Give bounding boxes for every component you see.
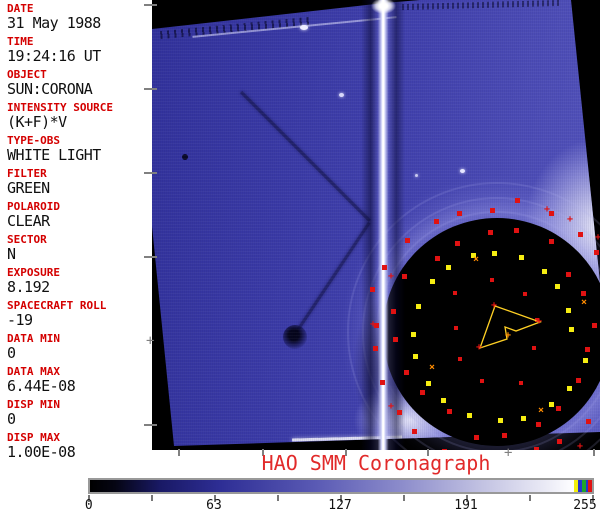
colorbar-minor-tick xyxy=(529,495,531,501)
red-plus-mark: + xyxy=(577,443,583,450)
colorbar-tick-label: 191 xyxy=(454,500,477,512)
fiducial-dash xyxy=(144,256,157,258)
colorbar-tick-label: 127 xyxy=(328,500,351,512)
meta-value-data-max: 6.44E-08 xyxy=(7,378,152,394)
meta-item-exposure: EXPOSURE8.192 xyxy=(7,267,152,295)
meta-item-spacecraft-roll: SPACECRAFT ROLL-19 xyxy=(7,300,152,328)
meta-value-polaroid: CLEAR xyxy=(7,213,152,229)
meta-item-type-obs: TYPE-OBSWHITE LIGHT xyxy=(7,135,152,163)
meta-item-data-max: DATA MAX6.44E-08 xyxy=(7,366,152,394)
colorbar-minor-tick xyxy=(403,495,405,501)
reserved-color-stripe xyxy=(588,480,592,492)
orange-x-mark: × xyxy=(581,299,587,307)
red-plus-mark: + xyxy=(388,403,394,411)
coronagraph-viewer-window: DATE31 May 1988 TIME19:24:16 UT OBJECTSUN:… xyxy=(0,0,600,512)
intensity-colorbar xyxy=(88,478,594,494)
red-plus-mark: + xyxy=(567,216,573,224)
meta-value-time: 19:24:16 UT xyxy=(7,48,152,64)
metadata-panel: DATE31 May 1988 TIME19:24:16 UT OBJECTSUN:… xyxy=(0,0,152,455)
fiducial-dash xyxy=(144,88,157,90)
meta-item-date: DATE31 May 1988 xyxy=(7,3,152,31)
meta-item-data-min: DATA MIN0 xyxy=(7,333,152,361)
meta-value-object: SUN:CORONA xyxy=(7,81,152,97)
meta-value-filter: GREEN xyxy=(7,180,152,196)
meta-value-intensity-source: (K+F)*V xyxy=(7,114,152,130)
fiducial-plus-mark: + xyxy=(146,336,154,346)
meta-value-data-min: 0 xyxy=(7,345,152,361)
meta-item-object: OBJECTSUN:CORONA xyxy=(7,69,152,97)
meta-item-intensity-source: INTENSITY SOURCE(K+F)*V xyxy=(7,102,152,130)
meta-value-disp-max: 1.00E-08 xyxy=(7,444,152,460)
red-plus-mark: + xyxy=(370,321,376,329)
meta-value-type-obs: WHITE LIGHT xyxy=(7,147,152,163)
coronagraph-image-display: + + + + + + + + + + + × × × × xyxy=(152,0,600,450)
red-plus-mark: + xyxy=(505,332,511,340)
meta-item-sector: SECTORN xyxy=(7,234,152,262)
red-plus-mark: + xyxy=(476,344,482,352)
fiducial-dash xyxy=(144,172,157,174)
meta-item-polaroid: POLAROIDCLEAR xyxy=(7,201,152,229)
colorbar-tick-label: 63 xyxy=(206,500,222,512)
orange-x-mark: × xyxy=(473,256,479,264)
meta-label-data-min: DATA MIN xyxy=(7,333,152,345)
fiducial-dash xyxy=(144,4,157,6)
meta-item-time: TIME19:24:16 UT xyxy=(7,36,152,64)
orange-x-mark: × xyxy=(429,364,435,372)
colorbar-tick-label: 255 xyxy=(573,500,596,512)
orange-x-mark: × xyxy=(538,407,544,415)
colorbar-minor-tick xyxy=(151,495,153,501)
colorbar-tick-label: 0 xyxy=(85,500,93,512)
meta-label-disp-min: DISP MIN xyxy=(7,399,152,411)
meta-item-disp-min: DISP MIN0 xyxy=(7,399,152,427)
meta-value-exposure: 8.192 xyxy=(7,279,152,295)
meta-item-filter: FILTERGREEN xyxy=(7,168,152,196)
meta-value-date: 31 May 1988 xyxy=(7,15,152,31)
page-title: HAO SMM Coronagraph xyxy=(152,453,600,474)
colorbar-minor-tick xyxy=(277,495,279,501)
feature-polygon xyxy=(480,306,540,348)
red-plus-mark: + xyxy=(491,302,497,310)
fiducial-dash xyxy=(144,424,157,426)
feature-polygon-overlay xyxy=(152,0,600,450)
red-plus-mark: + xyxy=(536,318,542,326)
meta-value-disp-min: 0 xyxy=(7,411,152,427)
red-plus-mark: + xyxy=(388,273,394,281)
meta-value-spacecraft-roll: -19 xyxy=(7,312,152,328)
red-plus-mark: + xyxy=(595,234,600,242)
red-plus-mark: + xyxy=(544,206,550,214)
meta-value-sector: N xyxy=(7,246,152,262)
meta-label-sector: SECTOR xyxy=(7,234,152,246)
meta-item-disp-max: DISP MAX1.00E-08 xyxy=(7,432,152,460)
